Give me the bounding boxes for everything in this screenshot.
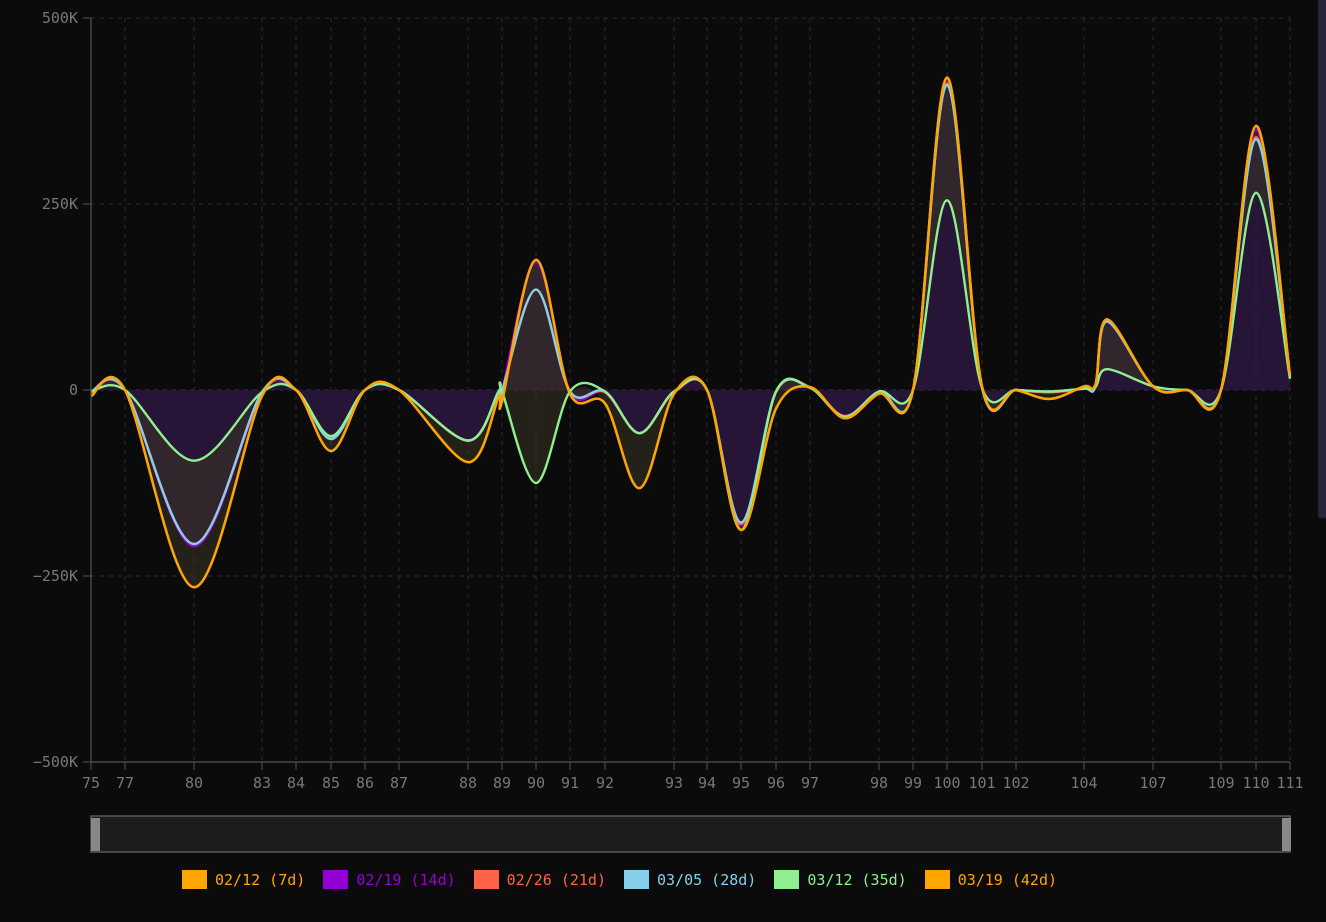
- x-tick-label: 107: [1139, 774, 1166, 792]
- x-tick-label: 77: [116, 774, 134, 792]
- scrollbar[interactable]: [1318, 0, 1326, 518]
- legend-swatch: [774, 870, 800, 889]
- x-tick-label: 86: [356, 774, 374, 792]
- x-tick-label: 75: [82, 774, 100, 792]
- x-tick-label: 96: [767, 774, 785, 792]
- y-tick-label: −500K: [33, 753, 78, 771]
- legend-item[interactable]: 03/12 (35d): [774, 870, 907, 889]
- x-tick-label: 97: [801, 774, 819, 792]
- y-tick-label: −250K: [33, 567, 78, 585]
- chart-canvas: 500K 250K 0 −250K −500K75 77 80 83 84 85 86 87 88 89 9…: [33, 9, 1304, 853]
- x-tick-label: 80: [185, 774, 203, 792]
- area-fills: [91, 77, 1290, 588]
- series-line-1: [90, 77, 1292, 548]
- legend-swatch: [624, 870, 649, 889]
- legend-label: 03/19 (42d): [957, 870, 1058, 889]
- legend-swatch: [182, 870, 207, 889]
- legend-item[interactable]: 02/12 (7d): [182, 870, 305, 889]
- x-tick-label: 99: [904, 774, 922, 792]
- x-tick-label: 111: [1276, 774, 1303, 792]
- legend-label: 03/05 (28d): [657, 870, 757, 889]
- x-tick-label: 85: [322, 774, 340, 792]
- x-tick-label: 98: [870, 774, 888, 792]
- legend: 02/12 (7d) 02/19 (14d) 02/26 (21d) 03/05 (2…: [182, 870, 1057, 889]
- x-tick-label: 104: [1070, 774, 1097, 792]
- zoom-handle-left[interactable]: [91, 818, 100, 851]
- series-line-2: [90, 82, 1292, 546]
- x-tick-label: 90: [527, 774, 545, 792]
- legend-item[interactable]: 03/05 (28d): [624, 870, 756, 889]
- x-tick-label: 87: [390, 774, 408, 792]
- x-tick-label: 83: [253, 774, 271, 792]
- x-tick-label: 110: [1242, 774, 1269, 792]
- legend-label: 02/19 (14d): [356, 870, 456, 889]
- legend-label: 03/12 (35d): [807, 870, 907, 889]
- x-tick-label: 101: [968, 774, 995, 792]
- legend-item[interactable]: 02/19 (14d): [323, 870, 456, 889]
- legend-item[interactable]: 02/26 (21d): [473, 870, 606, 889]
- x-tick-label: 95: [732, 774, 750, 792]
- legend-swatch: [473, 870, 499, 889]
- series-line-3: [90, 83, 1292, 546]
- legend-item[interactable]: 03/19 (42d): [924, 870, 1058, 889]
- x-tick-label: 89: [493, 774, 511, 792]
- y-tick-label: 500K: [42, 9, 78, 27]
- zoom-slider-track[interactable]: [90, 815, 1291, 853]
- y-tick-label: 0: [69, 381, 78, 399]
- y-tick-label: 250K: [42, 195, 78, 213]
- x-tick-label: 109: [1207, 774, 1234, 792]
- zoom-slider[interactable]: [90, 815, 1291, 853]
- x-tick-label: 102: [1002, 774, 1029, 792]
- band-fill: [91, 77, 1290, 588]
- area-fill-02-19: [91, 79, 1290, 547]
- x-tick-label: 100: [933, 774, 960, 792]
- x-tick-label: 91: [561, 774, 579, 792]
- x-tick-label: 93: [665, 774, 683, 792]
- zoom-handle-right[interactable]: [1282, 818, 1291, 851]
- x-tick-label: 92: [596, 774, 614, 792]
- legend-label: 02/26 (21d): [506, 870, 606, 889]
- legend-swatch: [323, 870, 349, 889]
- legend-swatch: [924, 870, 950, 889]
- x-tick-label: 94: [698, 774, 716, 792]
- x-tick-label: 88: [459, 774, 477, 792]
- legend-label: 02/12 (7d): [215, 870, 306, 889]
- x-tick-label: 84: [287, 774, 305, 792]
